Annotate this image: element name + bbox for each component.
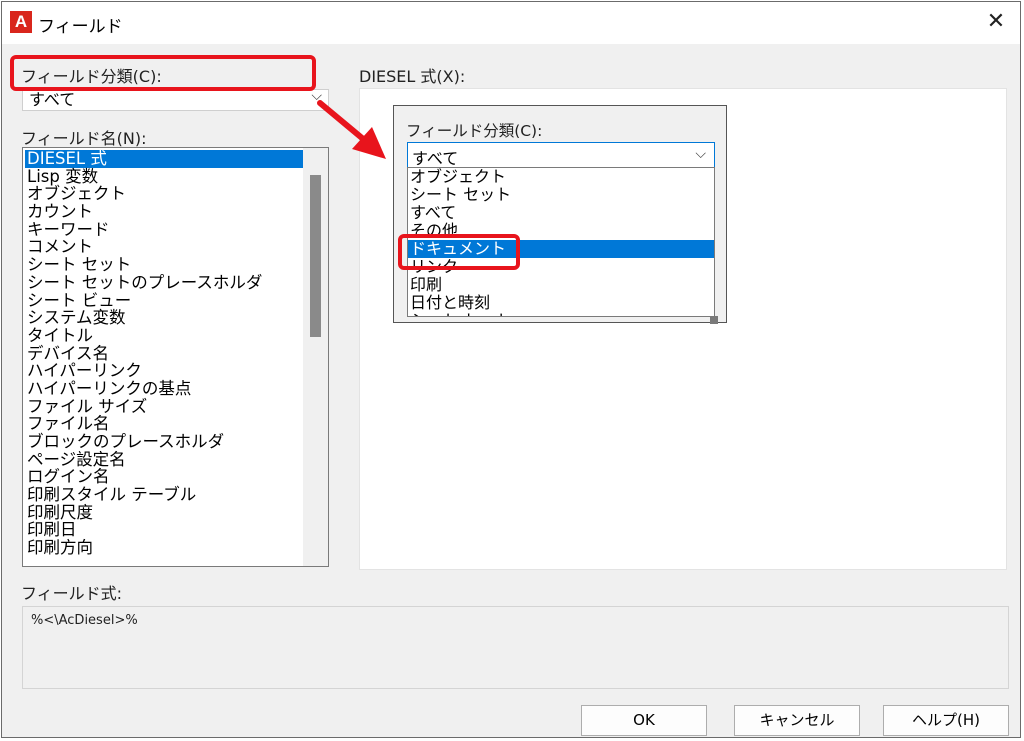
field-category-value: すべて <box>29 90 76 109</box>
field-name-item[interactable]: デバイス名 <box>25 345 305 363</box>
field-name-list[interactable]: DIESEL 式 Lisp 変数 オブジェクト カウント キーワード コメント シート セッ… <box>22 147 329 567</box>
dropdown-shadow <box>715 170 725 320</box>
field-name-item[interactable]: ページ設定名 <box>25 451 305 469</box>
autocad-a-icon: A <box>10 11 32 33</box>
field-category-select[interactable]: すべて ⌵ <box>22 88 329 111</box>
field-name-item[interactable]: ファイル名 <box>25 415 305 433</box>
field-name-item[interactable]: 印刷日 <box>25 521 305 539</box>
field-name-items: DIESEL 式 Lisp 変数 オブジェクト カウント キーワード コメント シート セッ… <box>25 150 305 557</box>
field-expression-value: %<\AcDiesel>% <box>31 613 138 628</box>
chevron-down-icon: ⌵ <box>311 88 322 104</box>
field-name-item[interactable]: ログイン名 <box>25 468 305 486</box>
field-category-label: フィールド分類(C): <box>21 67 162 86</box>
field-name-item[interactable]: コメント <box>25 238 305 256</box>
inset-category-label: フィールド分類(C): <box>406 122 543 140</box>
scrollbar-thumb[interactable] <box>310 175 321 337</box>
field-name-item[interactable]: Lisp 変数 <box>25 168 305 186</box>
zoomed-dropdown-inset: フィールド分類(C): すべて ⌵ オブジェクト シート セット すべて その他 ドキュ… <box>393 105 727 324</box>
window-title: フィールド <box>38 17 123 37</box>
field-name-item[interactable]: ブロックのプレースホルダ <box>25 433 305 451</box>
cancel-button[interactable]: キャンセル <box>734 705 860 736</box>
field-name-item[interactable]: シート セットのプレースホルダ <box>25 274 305 292</box>
inset-category-value: すべて <box>412 149 459 168</box>
field-name-item[interactable]: キーワード <box>25 221 305 239</box>
category-option[interactable]: すべて <box>408 204 714 222</box>
field-name-item[interactable]: 印刷尺度 <box>25 504 305 522</box>
category-option[interactable]: その他 <box>408 222 714 240</box>
category-option[interactable]: シート セット <box>408 186 714 204</box>
category-option[interactable]: リンク <box>408 258 714 276</box>
field-name-item[interactable]: ハイパーリンク <box>25 362 305 380</box>
field-name-item[interactable]: システム変数 <box>25 309 305 327</box>
field-name-item[interactable]: シート ビュー <box>25 292 305 310</box>
category-option[interactable]: 印刷 <box>408 276 714 294</box>
category-option[interactable]: オブジェクト <box>408 168 714 186</box>
title-bar: A フィールド ✕ <box>2 2 1020 44</box>
field-name-item[interactable]: シート セット <box>25 256 305 274</box>
field-name-item[interactable]: タイトル <box>25 327 305 345</box>
close-icon[interactable]: ✕ <box>984 10 1008 34</box>
field-name-item[interactable]: カウント <box>25 203 305 221</box>
chevron-down-icon: ⌵ <box>695 146 706 162</box>
field-name-item[interactable]: オブジェクト <box>25 185 305 203</box>
field-name-item[interactable]: DIESEL 式 <box>25 150 305 168</box>
field-name-item[interactable]: ハイパーリンクの基点 <box>25 380 305 398</box>
category-option[interactable]: ドキュメント <box>408 240 714 258</box>
field-name-item[interactable]: 印刷スタイル テーブル <box>25 486 305 504</box>
help-button[interactable]: ヘルプ(H) <box>883 705 1009 736</box>
field-name-label: フィールド名(N): <box>21 129 147 148</box>
category-option[interactable]: 日付と時刻 <box>408 294 714 312</box>
field-dialog: A フィールド ✕ フィールド分類(C): すべて ⌵ フィールド名(N): D… <box>1 1 1021 738</box>
field-expression-box: %<\AcDiesel>% <box>22 606 1009 689</box>
field-name-item[interactable]: ファイル サイズ <box>25 398 305 416</box>
field-name-item[interactable]: 印刷方向 <box>25 539 305 557</box>
scrollbar[interactable] <box>303 148 328 566</box>
ok-button[interactable]: OK <box>581 705 707 736</box>
category-dropdown-list[interactable]: オブジェクトシート セットすべてその他ドキュメントリンク印刷日付と時刻シート セ… <box>407 167 715 317</box>
inset-category-select[interactable]: すべて ⌵ <box>407 142 715 168</box>
category-option[interactable]: シート セット <box>408 312 714 316</box>
field-expression-label: フィールド式: <box>21 584 123 603</box>
dropdown-scroll-fragment <box>710 316 718 324</box>
diesel-expression-label: DIESEL 式(X): <box>359 67 466 86</box>
